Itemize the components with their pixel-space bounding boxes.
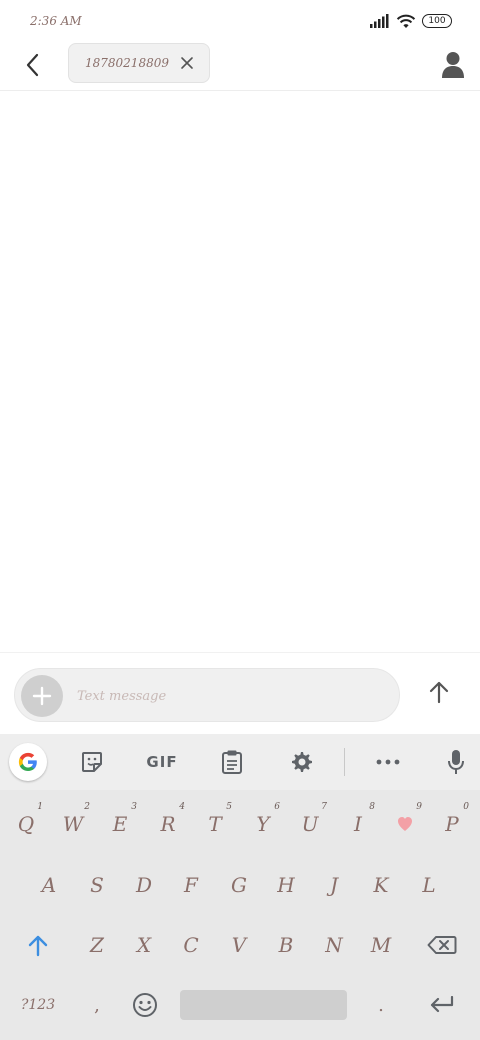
key-p[interactable]: P0 xyxy=(429,796,475,852)
status-bar: 2:36 AM 100 xyxy=(0,0,480,40)
battery-icon: 100 xyxy=(422,14,452,28)
key-d[interactable]: D xyxy=(121,857,167,913)
key-f[interactable]: F xyxy=(168,857,214,913)
compose-bar xyxy=(0,652,480,734)
key-hint: 0 xyxy=(463,802,469,812)
more-button[interactable] xyxy=(370,744,406,780)
keyboard-toolbar: GIF xyxy=(0,734,480,790)
backspace-key[interactable] xyxy=(412,917,472,973)
message-input[interactable] xyxy=(77,685,377,707)
key-w[interactable]: W2 xyxy=(50,796,96,852)
contact-button[interactable] xyxy=(440,50,466,80)
gear-icon xyxy=(292,752,312,772)
key-hint: 5 xyxy=(226,802,232,812)
google-icon xyxy=(18,752,37,771)
compose-field[interactable] xyxy=(14,668,400,722)
shift-arrow-icon xyxy=(28,935,48,957)
google-button[interactable] xyxy=(9,743,47,781)
microphone-icon xyxy=(448,750,464,774)
gif-label: GIF xyxy=(146,753,178,771)
message-thread[interactable] xyxy=(0,91,480,652)
person-icon xyxy=(442,52,464,78)
more-dots-icon xyxy=(376,759,400,765)
key-j[interactable]: J xyxy=(311,857,357,913)
key-g[interactable]: G xyxy=(216,857,262,913)
key-hint: 7 xyxy=(321,802,327,812)
key-v[interactable]: V xyxy=(216,917,262,973)
key-hint: 2 xyxy=(84,802,90,812)
key-row-3: Z X C V B N M xyxy=(0,917,480,973)
recipient-number: 18780218809 xyxy=(85,56,169,70)
key-h[interactable]: H xyxy=(263,857,309,913)
key-i[interactable]: I8 xyxy=(335,796,381,852)
key-hint: 1 xyxy=(37,802,43,812)
key-z[interactable]: Z xyxy=(74,917,120,973)
gif-button[interactable]: GIF xyxy=(140,744,184,780)
key-l[interactable]: L xyxy=(406,857,452,913)
key-row-4: ?123 , . xyxy=(0,977,480,1033)
sticker-icon xyxy=(82,752,102,772)
voice-input-button[interactable] xyxy=(438,744,474,780)
status-icons: 100 xyxy=(370,12,452,30)
backspace-icon xyxy=(427,936,457,954)
back-button[interactable] xyxy=(18,50,48,80)
signal-icon xyxy=(370,14,389,28)
enter-key[interactable] xyxy=(412,977,472,1033)
key-hint: 6 xyxy=(274,802,280,812)
comma-key[interactable]: , xyxy=(74,977,120,1033)
key-o[interactable]: 9 xyxy=(382,796,428,852)
key-x[interactable]: X xyxy=(121,917,167,973)
toolbar-divider xyxy=(344,748,345,776)
key-u[interactable]: U7 xyxy=(287,796,333,852)
key-hint: 8 xyxy=(369,802,375,812)
enter-icon xyxy=(430,996,454,1013)
key-row-2: A S D F G H J K L xyxy=(0,857,480,913)
clipboard-button[interactable] xyxy=(214,744,250,780)
clipboard-icon xyxy=(222,750,242,774)
key-m[interactable]: M xyxy=(358,917,404,973)
space-key[interactable] xyxy=(180,990,347,1020)
recipient-chip[interactable]: 18780218809 xyxy=(68,43,210,83)
send-arrow-icon xyxy=(429,681,449,704)
key-row-1: Q1 W2 E3 R4 T5 Y6 U7 I8 9 P0 xyxy=(0,796,480,852)
back-arrow-icon xyxy=(26,53,39,77)
keyboard: GIF Q 1 W 2 E 3 R 4 T 5 Y 6 U 7 I 8 9 P … xyxy=(0,734,480,1040)
battery-level: 100 xyxy=(428,16,446,26)
conversation-header: 18780218809 xyxy=(0,40,480,91)
key-n[interactable]: N xyxy=(311,917,357,973)
plus-icon xyxy=(32,686,52,706)
key-b[interactable]: B xyxy=(263,917,309,973)
heart-icon xyxy=(398,817,412,831)
key-e[interactable]: E3 xyxy=(97,796,143,852)
key-t[interactable]: T5 xyxy=(192,796,238,852)
key-a[interactable]: A xyxy=(26,857,72,913)
key-y[interactable]: Y6 xyxy=(240,796,286,852)
status-time: 2:36 AM xyxy=(30,14,82,28)
shift-key[interactable] xyxy=(8,917,68,973)
remove-recipient-icon[interactable] xyxy=(179,55,195,71)
emoji-key[interactable] xyxy=(122,977,168,1033)
key-s[interactable]: S xyxy=(74,857,120,913)
key-hint: 4 xyxy=(179,802,185,812)
add-attachment-button[interactable] xyxy=(21,675,63,717)
key-q[interactable]: Q1 xyxy=(3,796,49,852)
key-k[interactable]: K xyxy=(358,857,404,913)
wifi-icon xyxy=(396,14,416,28)
period-key[interactable]: . xyxy=(358,977,404,1033)
send-button[interactable] xyxy=(424,677,454,707)
settings-button[interactable] xyxy=(284,744,320,780)
key-hint: 9 xyxy=(416,802,422,812)
sticker-button[interactable] xyxy=(74,744,110,780)
key-r[interactable]: R4 xyxy=(145,796,191,852)
symbols-key[interactable]: ?123 xyxy=(8,977,68,1033)
emoji-icon xyxy=(133,993,157,1017)
key-c[interactable]: C xyxy=(168,917,214,973)
key-hint: 3 xyxy=(131,802,137,812)
